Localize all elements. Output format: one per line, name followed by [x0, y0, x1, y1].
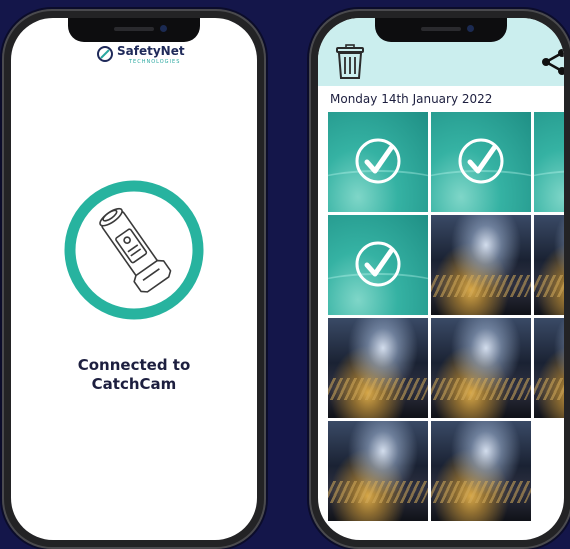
date-label: Monday 14th January 2022	[330, 92, 493, 106]
phone-notch	[68, 18, 200, 42]
date-header: Monday 14th January 2022	[318, 86, 564, 110]
phone-left: SafetyNet TECHNOLOGIES Connected to Catc…	[2, 9, 266, 549]
front-camera	[160, 25, 167, 32]
speaker-grille	[421, 27, 461, 31]
logo-subtext: TECHNOLOGIES	[129, 59, 181, 65]
share-icon[interactable]	[540, 48, 564, 76]
phone-notch	[375, 18, 507, 42]
photo-tile[interactable]	[328, 215, 428, 315]
catchcam-device-icon	[99, 207, 172, 293]
photo-tile[interactable]	[534, 215, 564, 315]
logo-text: SafetyNet	[117, 44, 185, 58]
status-line-1: Connected to	[77, 356, 191, 374]
front-camera	[467, 25, 474, 32]
speaker-grille	[114, 27, 154, 31]
trash-icon[interactable]	[334, 44, 366, 80]
phone-right: Monday 14th January 2022	[309, 9, 570, 549]
photo-tile[interactable]	[328, 421, 428, 521]
photo-tile[interactable]	[431, 318, 531, 418]
checkmark-icon	[355, 241, 401, 287]
photo-tile[interactable]	[431, 215, 531, 315]
connection-status: Connected to CatchCam	[11, 356, 257, 394]
photo-tile[interactable]	[431, 112, 531, 212]
status-line-2: CatchCam	[91, 375, 177, 393]
photo-tile[interactable]	[534, 318, 564, 418]
photo-tile[interactable]	[328, 112, 428, 212]
checkmark-icon	[355, 138, 401, 184]
photo-tile[interactable]	[328, 318, 428, 418]
photo-tile[interactable]	[534, 112, 564, 212]
photo-tile[interactable]	[431, 421, 531, 521]
connected-camera-badge	[64, 180, 204, 320]
checkmark-icon	[458, 138, 504, 184]
logo-mark-icon	[97, 46, 113, 62]
gallery-screen: Monday 14th January 2022	[318, 18, 564, 540]
connection-screen: SafetyNet TECHNOLOGIES Connected to Catc…	[11, 18, 257, 540]
